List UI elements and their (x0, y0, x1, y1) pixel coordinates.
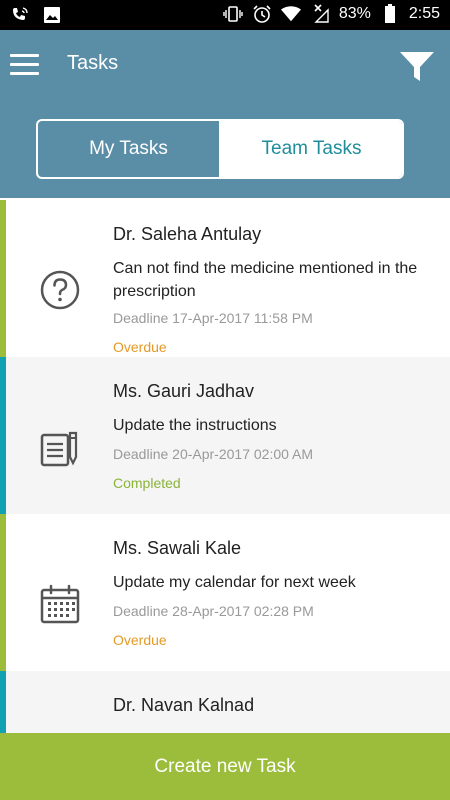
calendar-icon (40, 584, 80, 624)
task-card[interactable]: Dr. Navan Kalnad (0, 671, 450, 733)
status-bar-right: 83% 2:55 (223, 4, 440, 24)
phone-wave-icon (10, 5, 30, 25)
task-status: Completed (113, 475, 181, 491)
filter-icon (400, 52, 434, 81)
task-assignee: Dr. Navan Kalnad (113, 695, 255, 715)
vibrate-icon (223, 4, 243, 24)
task-description: Update my calendar for next week (113, 574, 356, 591)
task-card[interactable]: Ms. Sawali Kale Update my calendar for n… (0, 514, 450, 671)
task-assignee: Ms. Gauri Jadhav (113, 381, 255, 401)
task-card[interactable]: Dr. Saleha Antulay Can not find the medi… (0, 200, 450, 357)
create-new-task-button[interactable]: Create new Task (0, 733, 450, 800)
task-deadline: Deadline 17-Apr-2017 11:58 PM (113, 310, 313, 326)
alarm-icon (252, 4, 272, 24)
task-list: Dr. Saleha Antulay Can not find the medi… (0, 200, 450, 733)
tab-my-tasks[interactable]: My Tasks (38, 121, 221, 177)
page-title: Tasks (67, 52, 119, 74)
tab-strip: My Tasks Team Tasks (0, 100, 450, 198)
task-tabs: My Tasks Team Tasks (36, 119, 404, 179)
task-card[interactable]: Ms. Gauri Jadhav Update the instructions… (0, 357, 450, 514)
wifi-icon (280, 4, 301, 24)
menu-button[interactable] (10, 52, 40, 78)
app-bar: Tasks (0, 30, 450, 100)
status-bar-left (10, 5, 62, 25)
question-circle-icon (40, 270, 80, 310)
task-deadline: Deadline 28-Apr-2017 02:28 PM (113, 603, 314, 619)
battery-percentage: 83% (338, 5, 371, 22)
tab-team-tasks[interactable]: Team Tasks (221, 121, 402, 177)
image-icon (42, 5, 62, 25)
task-status: Overdue (113, 632, 167, 648)
notepad-pencil-icon (40, 431, 78, 467)
task-assignee: Ms. Sawali Kale (113, 538, 242, 558)
clock: 2:55 (408, 5, 440, 22)
status-bar: 83% 2:55 (0, 0, 450, 30)
task-deadline: Deadline 20-Apr-2017 02:00 AM (113, 446, 314, 462)
task-status: Overdue (113, 339, 167, 355)
task-description: Update the instructions (113, 417, 277, 434)
battery-icon (380, 4, 400, 24)
task-assignee: Dr. Saleha Antulay (113, 224, 262, 244)
signal-off-icon (310, 4, 330, 24)
filter-button[interactable] (399, 50, 435, 84)
task-description: Can not find the medicine mentioned in t… (113, 260, 418, 300)
hamburger-menu-icon (10, 54, 39, 75)
